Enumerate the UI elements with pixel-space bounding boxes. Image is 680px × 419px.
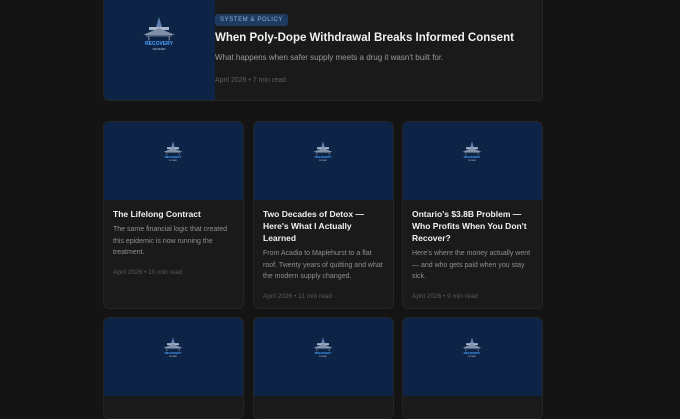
article-thumbnail: RECOVERY ROOFER: [403, 318, 542, 396]
article-title[interactable]: Ontario's $3.8B Problem — Who Profits Wh…: [412, 208, 533, 244]
recovery-roofer-logo: RECOVERY ROOFER: [158, 335, 188, 361]
svg-text:RECOVERY: RECOVERY: [165, 351, 182, 355]
article-meta: April 2026 • 11 min read: [263, 292, 332, 300]
article-thumbnail: RECOVERY ROOFER: [403, 122, 542, 200]
article-thumbnail: RECOVERY ROOFER: [104, 318, 243, 396]
featured-excerpt: What happens when safer supply meets a d…: [215, 53, 444, 62]
article-excerpt: Here's where the money actually went — a…: [412, 250, 531, 280]
svg-text:ROOFER: ROOFER: [153, 47, 167, 51]
featured-thumbnail: RECOVERY ROOFER: [104, 0, 215, 100]
svg-text:RECOVERY: RECOVERY: [464, 351, 481, 355]
recovery-roofer-logo: RECOVERY ROOFER: [134, 15, 184, 55]
article-thumbnail: RECOVERY ROOFER: [104, 122, 243, 200]
article-card[interactable]: RECOVERY ROOFER Ontario's $3.8B Problem …: [402, 121, 543, 309]
svg-text:RECOVERY: RECOVERY: [315, 155, 332, 159]
article-card[interactable]: RECOVERY ROOFER: [103, 317, 244, 419]
article-excerpt: From Acadia to Maplehurst to a flat roof…: [263, 250, 383, 280]
svg-text:RECOVERY: RECOVERY: [165, 155, 182, 159]
featured-meta: April 2026 • 7 min read: [215, 77, 286, 84]
recovery-roofer-logo: RECOVERY ROOFER: [457, 139, 487, 165]
article-card[interactable]: RECOVERY ROOFER: [402, 317, 543, 419]
svg-text:ROOFER: ROOFER: [169, 160, 177, 162]
category-badge[interactable]: SYSTEM & POLICY: [215, 14, 289, 26]
svg-text:RECOVERY: RECOVERY: [315, 351, 332, 355]
article-card[interactable]: RECOVERY ROOFER: [253, 317, 394, 419]
article-card[interactable]: RECOVERY ROOFER Two Decades of Detox — H…: [253, 121, 394, 309]
recovery-roofer-logo: RECOVERY ROOFER: [158, 139, 188, 165]
article-excerpt: The same financial logic that created th…: [113, 226, 228, 256]
article-meta: April 2026 • 9 min read: [412, 292, 478, 300]
featured-title[interactable]: When Poly-Dope Withdrawal Breaks Informe…: [215, 32, 522, 44]
svg-text:ROOFER: ROOFER: [319, 160, 327, 162]
recovery-roofer-logo: RECOVERY ROOFER: [308, 335, 338, 361]
article-title[interactable]: The Lifelong Contract: [113, 208, 234, 220]
article-card[interactable]: RECOVERY ROOFER The Lifelong Contract Th…: [103, 121, 244, 309]
svg-text:ROOFER: ROOFER: [468, 160, 476, 162]
svg-text:ROOFER: ROOFER: [319, 356, 327, 358]
recovery-roofer-logo: RECOVERY ROOFER: [308, 139, 338, 165]
article-thumbnail: RECOVERY ROOFER: [254, 122, 393, 200]
article-thumbnail: RECOVERY ROOFER: [254, 318, 393, 396]
recovery-roofer-logo: RECOVERY ROOFER: [457, 335, 487, 361]
svg-text:ROOFER: ROOFER: [468, 356, 476, 358]
article-title[interactable]: Two Decades of Detox — Here's What I Act…: [263, 208, 384, 244]
svg-text:RECOVERY: RECOVERY: [464, 155, 481, 159]
svg-text:ROOFER: ROOFER: [169, 356, 177, 358]
article-meta: April 2026 • 10 min read: [113, 268, 183, 276]
featured-article-card[interactable]: RECOVERY ROOFER SYSTEM & POLICY When Pol…: [103, 0, 543, 101]
